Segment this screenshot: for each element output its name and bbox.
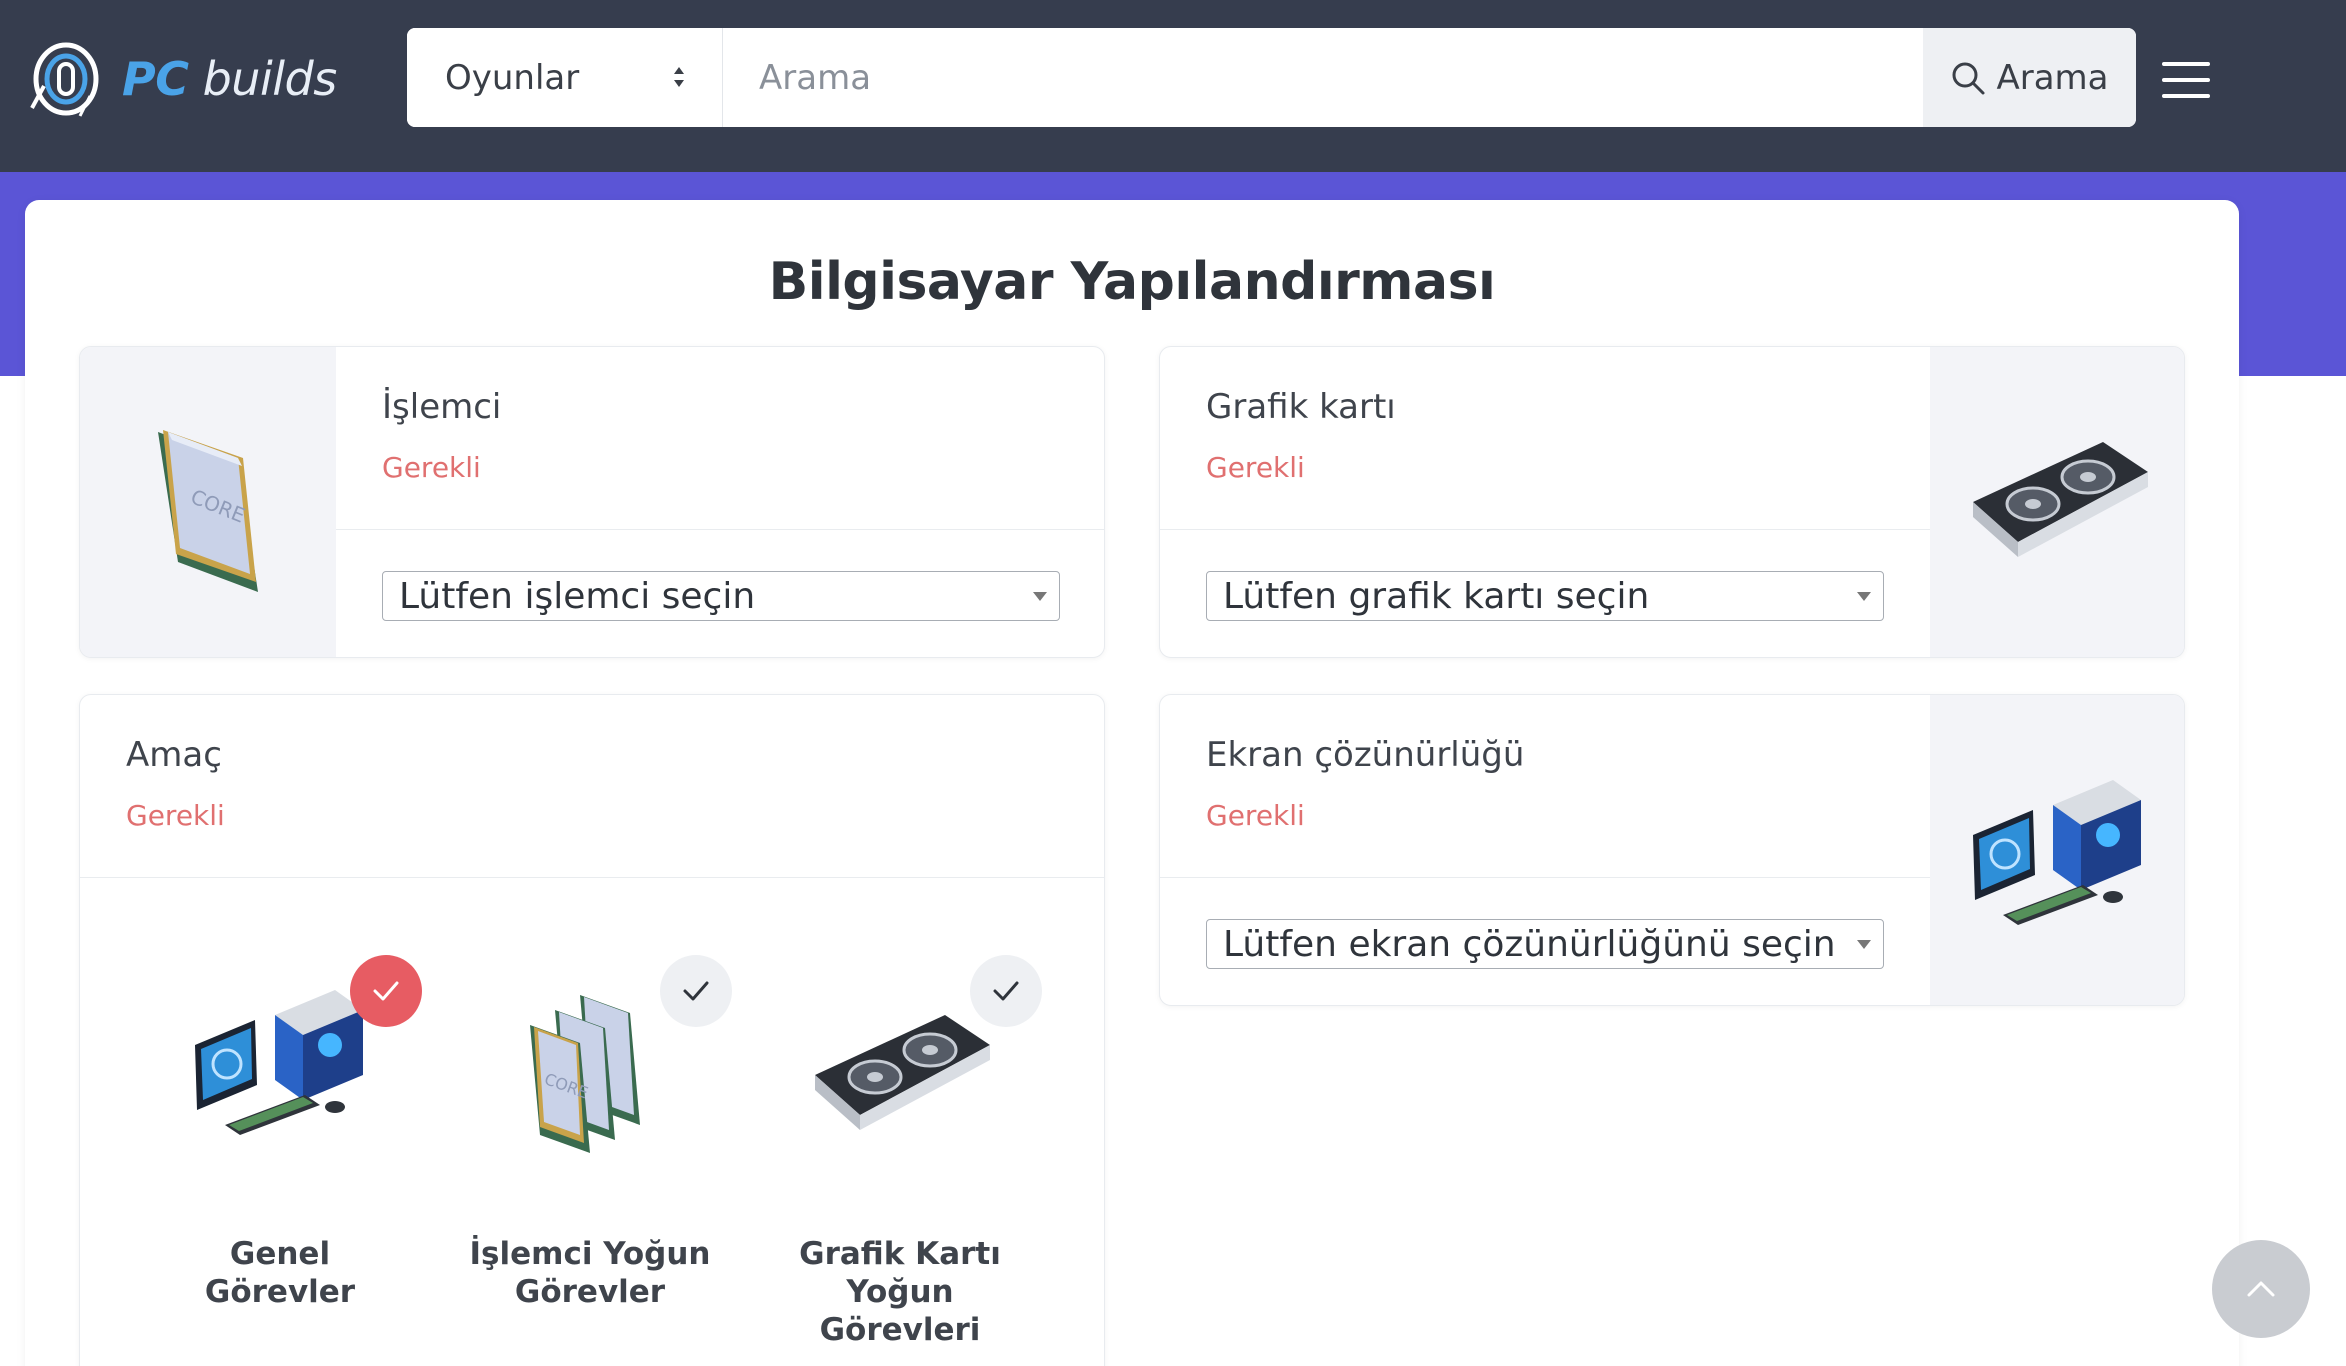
cpu-card: CORE İşlemci Gerekli Lütfen işlemci seçi… — [79, 346, 1105, 658]
purpose-option-label: Genel Görevler — [204, 1236, 356, 1310]
logo-wordmark: PC builds — [122, 52, 337, 106]
selected-check-badge — [350, 955, 422, 1027]
purpose-required: Gerekli — [126, 799, 225, 832]
purpose-option-gpu-intensive[interactable]: Grafik Kartı Yoğun Görevleri — [770, 955, 1042, 1348]
gpu-divider — [1160, 529, 1930, 530]
pc-builds-logo-icon — [30, 42, 99, 117]
hamburger-menu-icon[interactable] — [2162, 62, 2210, 98]
desktop-pc-icon — [1973, 780, 2141, 925]
scroll-to-top-button[interactable] — [2212, 1240, 2310, 1338]
resolution-card: Ekran çözünürlüğü Gerekli Lütfen ekran ç… — [1159, 694, 2185, 1006]
resolution-select-value: Lütfen ekran çözünürlüğünü seçin — [1223, 923, 1836, 965]
graphics-card-icon — [1973, 442, 2148, 557]
resolution-required: Gerekli — [1206, 799, 1305, 832]
resolution-divider — [1160, 877, 1930, 878]
resolution-image — [1930, 695, 2184, 1005]
cpu-select[interactable]: Lütfen işlemci seçin — [382, 571, 1060, 621]
gpu-select[interactable]: Lütfen grafik kartı seçin — [1206, 571, 1884, 621]
unselected-check-badge — [970, 955, 1042, 1027]
caret-down-icon — [1857, 940, 1871, 949]
purpose-option-general[interactable]: Genel Görevler — [150, 955, 422, 1310]
search-input[interactable] — [723, 28, 1923, 127]
check-icon — [373, 981, 399, 1001]
gpu-select-value: Lütfen grafik kartı seçin — [1223, 575, 1650, 617]
purpose-divider — [80, 877, 1104, 878]
cpu-label: İşlemci — [382, 387, 502, 427]
cpu-select-value: Lütfen işlemci seçin — [399, 575, 756, 617]
category-select-value: Oyunlar — [445, 57, 580, 98]
caret-down-icon — [1033, 592, 1047, 601]
select-arrows-icon — [674, 67, 684, 87]
site-logo[interactable]: PC builds — [24, 36, 337, 122]
purpose-option-label: Grafik Kartı Yoğun Görevleri — [799, 1236, 1001, 1348]
graphics-card-icon — [815, 1015, 990, 1130]
check-icon — [683, 981, 709, 1001]
page-title: Bilgisayar Yapılandırması — [768, 252, 1496, 312]
chevron-up-icon — [2247, 1281, 2275, 1297]
top-navbar: PC builds Oyunlar Arama — [0, 0, 2346, 172]
category-select[interactable]: Oyunlar — [407, 28, 723, 127]
gpu-required: Gerekli — [1206, 451, 1305, 484]
logo-pc-text: PC — [122, 52, 189, 106]
unselected-check-badge — [660, 955, 732, 1027]
search-button-label: Arama — [1996, 57, 2109, 98]
caret-down-icon — [1857, 592, 1871, 601]
search-icon — [1952, 62, 1985, 94]
search-bar: Oyunlar Arama — [407, 28, 2136, 127]
cpu-required: Gerekli — [382, 451, 481, 484]
gpu-label: Grafik kartı — [1206, 387, 1396, 427]
cpu-icon: CORE — [158, 430, 258, 592]
resolution-select[interactable]: Lütfen ekran çözünürlüğünü seçin — [1206, 919, 1884, 969]
cpu-image: CORE — [80, 347, 336, 657]
desktop-pc-icon — [195, 990, 363, 1135]
check-icon — [993, 981, 1019, 1001]
logo-builds-text: builds — [188, 52, 338, 106]
purpose-card: Amaç Gerekli Genel Görevler CORE İşlemci… — [79, 694, 1105, 1366]
search-button[interactable]: Arama — [1923, 28, 2136, 127]
purpose-label: Amaç — [126, 735, 222, 775]
resolution-label: Ekran çözünürlüğü — [1206, 735, 1525, 775]
purpose-option-label: İşlemci Yoğun Görevler — [469, 1236, 711, 1310]
cpu-divider — [336, 529, 1104, 530]
gpu-image — [1930, 347, 2184, 657]
purpose-option-cpu-intensive[interactable]: CORE İşlemci Yoğun Görevler — [460, 955, 732, 1310]
gpu-card: Grafik kartı Gerekli Lütfen grafik kartı… — [1159, 346, 2185, 658]
